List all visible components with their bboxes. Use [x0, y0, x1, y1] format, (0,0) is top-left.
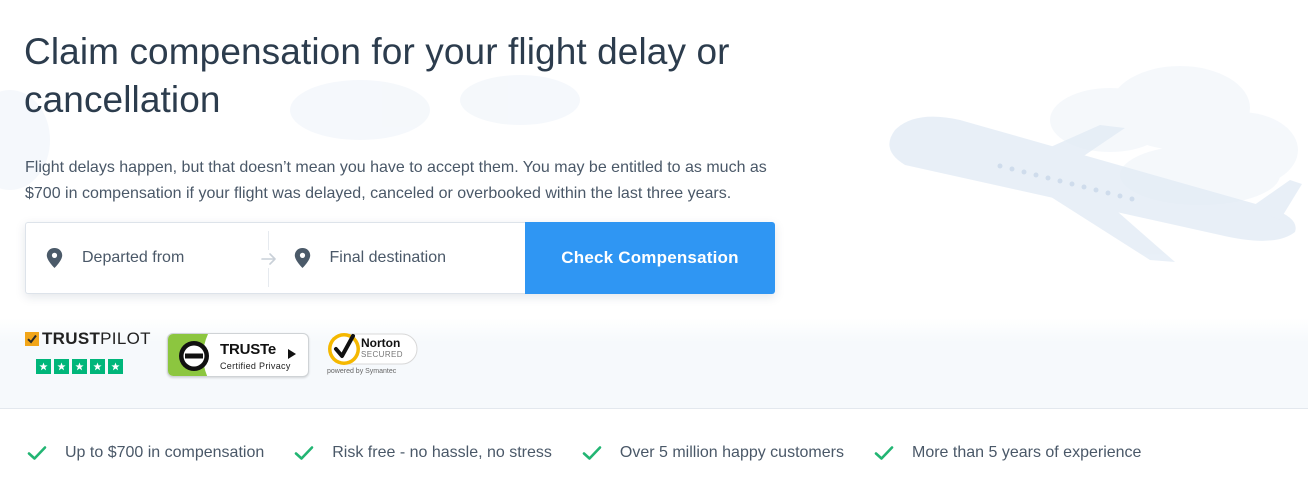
- star-icon: [54, 359, 69, 374]
- checkmark-icon: [294, 446, 314, 460]
- benefit-label: Risk free - no hassle, no stress: [332, 444, 552, 461]
- norton-secured-label: SECURED: [361, 350, 403, 359]
- benefit-item: More than 5 years of experience: [874, 444, 1141, 462]
- truste-subtitle: Certified Privacy: [220, 361, 291, 371]
- intro-text: Flight delays happen, but that doesn’t m…: [25, 159, 767, 202]
- star-icon: [36, 359, 51, 374]
- star-icon: [90, 359, 105, 374]
- trustpilot-name-bold: TRUST: [42, 329, 101, 348]
- benefits-bar: Up to $700 in compensation Risk free - n…: [0, 408, 1308, 489]
- benefit-label: More than 5 years of experience: [911, 444, 1142, 461]
- departed-from-field[interactable]: [26, 222, 268, 294]
- checkmark-icon: [582, 446, 602, 460]
- final-destination-field[interactable]: [268, 222, 525, 294]
- route-fields: [25, 222, 525, 294]
- checkmark-icon: [27, 446, 47, 460]
- truste-badge[interactable]: TRUSTe Certified Privacy: [167, 333, 309, 377]
- departed-from-input[interactable]: [82, 249, 242, 267]
- benefit-item: Over 5 million happy customers: [582, 444, 844, 462]
- norton-powered-by: powered by Symantec: [327, 368, 397, 375]
- benefit-label: Over 5 million happy customers: [619, 444, 844, 461]
- trustpilot-name-rest: PILOT: [100, 329, 151, 348]
- benefit-item: Risk free - no hassle, no stress: [294, 444, 552, 462]
- check-compensation-button[interactable]: Check Compensation: [525, 222, 775, 294]
- norton-name: Norton: [361, 336, 401, 350]
- page-title: Claim compensation for your flight delay…: [24, 31, 730, 120]
- star-icon: [108, 359, 123, 374]
- benefit-item: Up to $700 in compensation: [27, 444, 264, 462]
- benefits-list: Up to $700 in compensation Risk free - n…: [27, 444, 1171, 462]
- star-icon: [72, 359, 87, 374]
- final-destination-input[interactable]: [329, 249, 490, 267]
- trustpilot-logo: TRUSTPILOT: [25, 329, 151, 348]
- location-pin-icon: [46, 248, 63, 268]
- hero-section: Claim compensation for your flight delay…: [0, 0, 1308, 408]
- truste-name: TRUSTe: [220, 341, 277, 358]
- norton-secured-badge[interactable]: Norton SECURED powered by Symantec: [323, 330, 419, 378]
- trustpilot-rating-stars: [36, 359, 123, 374]
- checkmark-icon: [874, 446, 894, 460]
- location-pin-icon: [294, 248, 310, 268]
- flight-search-form: Check Compensation: [25, 222, 775, 294]
- benefit-label: Up to $700 in compensation: [65, 444, 265, 461]
- trustpilot-mark-icon: [25, 332, 39, 346]
